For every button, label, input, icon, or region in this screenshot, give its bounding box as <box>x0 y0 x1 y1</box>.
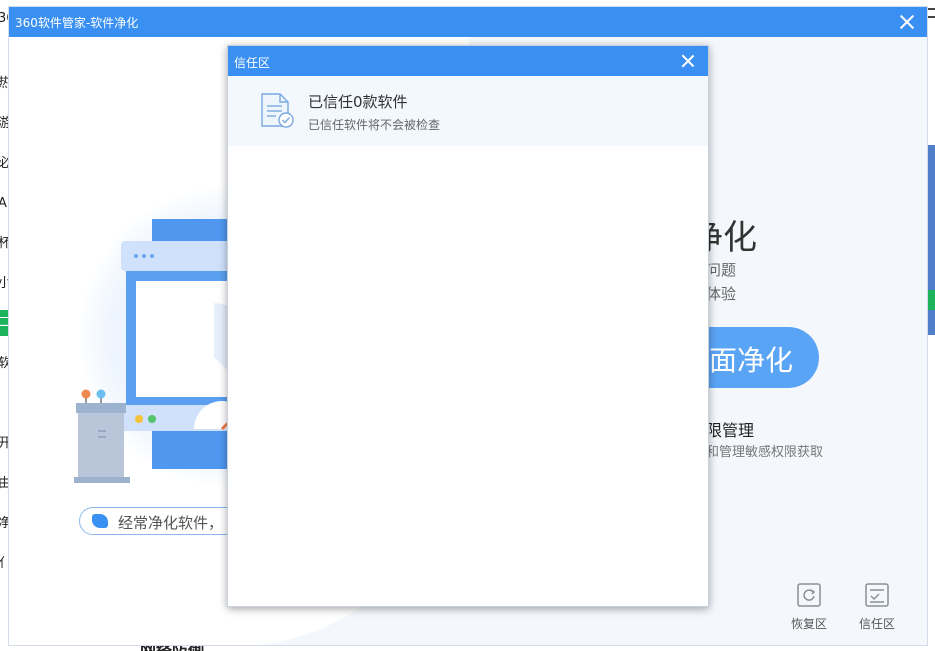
restore-icon <box>797 583 821 607</box>
dialog-title-bar[interactable]: 信任区 <box>228 46 708 76</box>
permission-title: 限管理 <box>706 421 755 440</box>
trusted-count-heading: 已信任0款软件 <box>308 93 408 111</box>
tower-base <box>74 477 130 483</box>
dot-icon <box>142 254 146 258</box>
hint-text: 经常净化软件， <box>118 514 224 532</box>
background-text: A <box>0 196 7 211</box>
dot-icon <box>150 254 154 258</box>
trust-area-label: 信任区 <box>858 617 895 631</box>
tower-top <box>76 403 126 413</box>
tower-body <box>78 403 124 483</box>
orange-ball-icon <box>81 389 91 399</box>
hint-pill: 经常净化软件， <box>79 507 249 535</box>
background-app-right-edge <box>927 0 935 651</box>
yellow-led-icon <box>135 415 143 423</box>
close-icon[interactable] <box>680 53 696 69</box>
blue-ball-icon <box>96 389 106 399</box>
background-green-tag <box>927 290 935 310</box>
main-window-title: 360软件管家-软件净化 <box>15 16 139 30</box>
restore-area-label: 恢复区 <box>790 617 827 631</box>
dialog-header: 已信任0款软件 已信任软件将不会被检查 <box>228 76 708 146</box>
menu-icon <box>927 8 935 18</box>
restore-area-button[interactable]: 恢复区 <box>781 583 837 633</box>
main-title-bar[interactable]: 360软件管家-软件净化 <box>9 7 927 37</box>
permission-subtitle: 和管理敏感权限获取 <box>706 445 824 460</box>
trust-list-icon <box>865 583 889 607</box>
dialog-title: 信任区 <box>234 56 271 70</box>
trust-dialog: 信任区 已信任0款软件 已信任软件将不会被检查 <box>227 45 709 607</box>
leaf-icon <box>92 514 108 528</box>
trusted-document-icon <box>261 93 294 128</box>
full-clean-button-label: 面净化 <box>709 344 794 377</box>
hero-description: 体验 <box>706 285 737 303</box>
green-led-icon <box>148 415 156 423</box>
hero-description: 问题 <box>706 261 737 279</box>
trusted-count-subheading: 已信任软件将不会被检查 <box>308 118 441 132</box>
dot-icon <box>134 254 138 258</box>
trust-area-button[interactable]: 信任区 <box>849 583 905 633</box>
close-icon[interactable] <box>897 12 917 32</box>
